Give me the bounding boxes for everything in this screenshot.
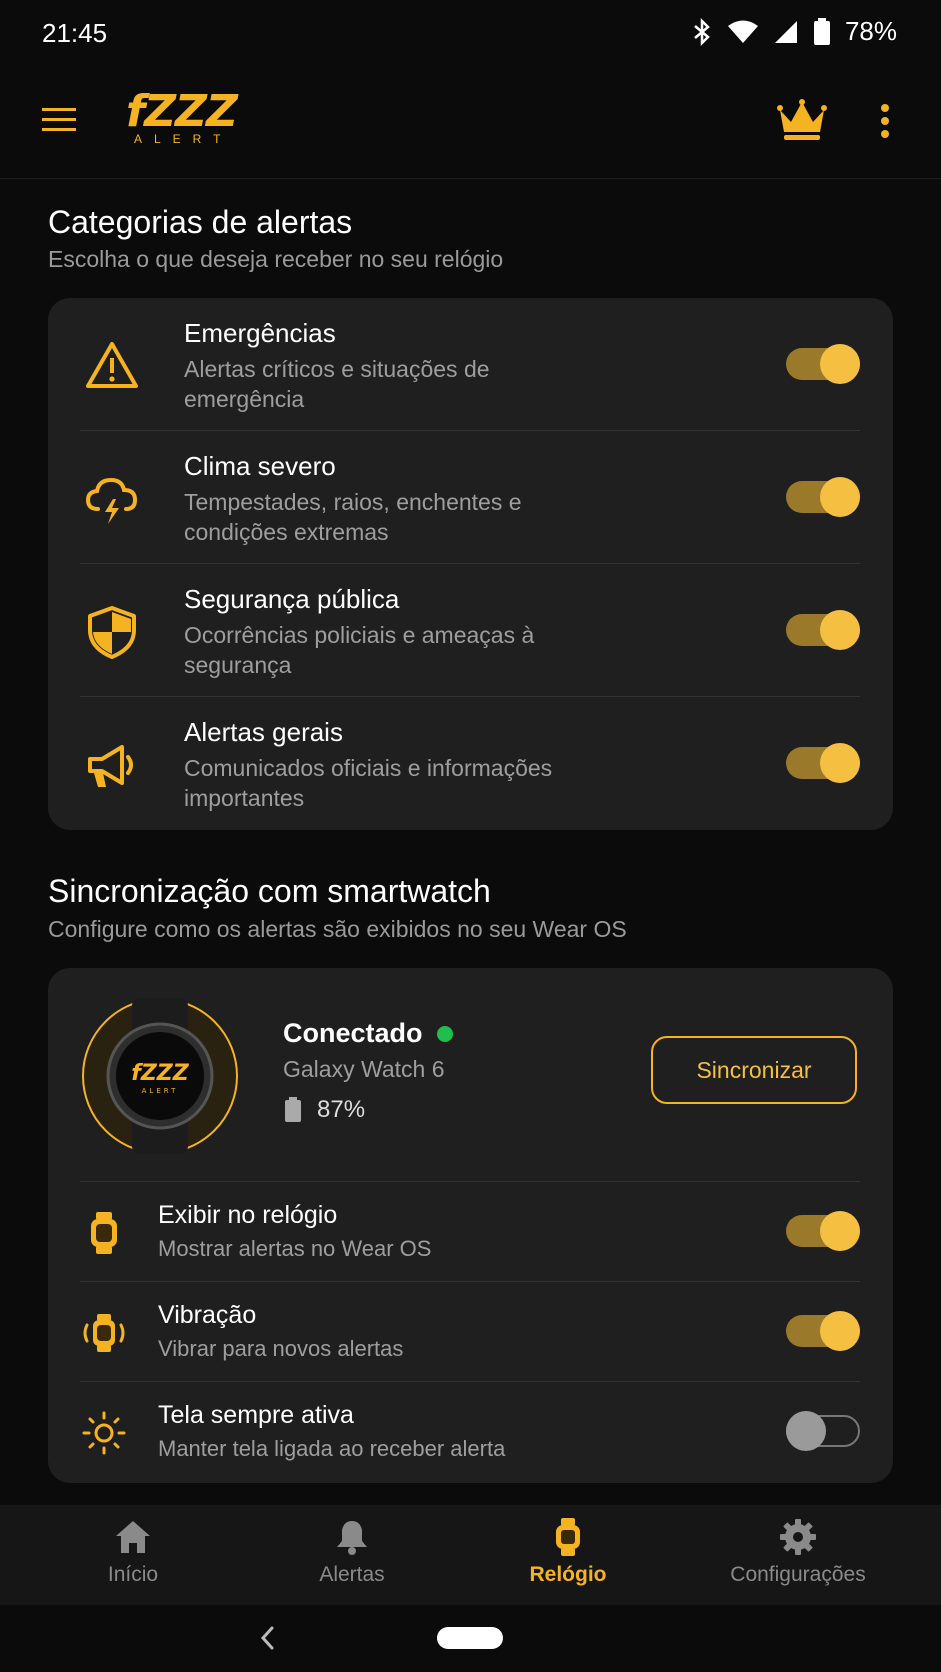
toggle-vibracao[interactable] (786, 1311, 860, 1351)
app-logo: fZZZ ALERT (126, 86, 238, 147)
gear-icon (780, 1519, 816, 1555)
nav-item-relogio[interactable]: Relógio (468, 1517, 668, 1587)
category-title: Segurança pública (184, 584, 400, 614)
home-pill[interactable] (437, 1627, 503, 1649)
category-title: Emergências (184, 318, 336, 348)
smartwatch-image: fZZZ ALERT (82, 998, 238, 1154)
nav-item-configuracoes[interactable]: Configurações (698, 1517, 898, 1587)
battery-icon (285, 1097, 301, 1122)
status-battery: 78% (844, 16, 897, 46)
nav-label: Alertas (319, 1563, 385, 1586)
watch-battery: 87% (283, 1096, 365, 1124)
system-navigation (0, 1605, 941, 1672)
watch-battery-text: 87% (317, 1096, 366, 1123)
categories-card: Emergências Alertas críticos e situações… (48, 298, 893, 830)
category-title: Alertas gerais (184, 717, 343, 747)
toggle-exibir-no-relogio[interactable] (786, 1211, 860, 1251)
nav-label: Início (107, 1563, 159, 1586)
setting-title: Tela sempre ativa (158, 1401, 354, 1429)
categories-title: Categorias de alertas (48, 204, 353, 240)
watch-icon (91, 1212, 117, 1254)
wifi-icon (727, 20, 758, 43)
app-bar: fZZZ ALERT (0, 70, 941, 179)
sync-subtitle: Configure como os alertas são exibidos n… (48, 916, 627, 942)
shield-icon (88, 606, 136, 659)
category-row-emergencias: Emergências Alertas críticos e situações… (80, 298, 860, 431)
category-description: Ocorrências policiais e ameaças à segura… (184, 622, 535, 678)
battery-icon (813, 17, 830, 45)
watch-icon (556, 1518, 580, 1556)
sync-card: fZZZ ALERT Conectado Galaxy Watch 6 87% … (48, 968, 893, 1483)
status-time: 21:45 (42, 18, 108, 48)
sync-title: Sincronização com smartwatch (48, 873, 491, 909)
status-bar: 21:45 78% (0, 0, 941, 70)
megaphone-icon (88, 745, 133, 787)
connection-status: Conectado (283, 1018, 453, 1049)
setting-title: Vibração (158, 1301, 257, 1329)
connection-status-text: Conectado (283, 1018, 423, 1048)
category-row-seguranca-publica: Segurança pública Ocorrências policiais … (80, 564, 860, 697)
toggle-alertas-gerais[interactable] (786, 743, 860, 783)
toggle-clima-severo[interactable] (786, 477, 860, 517)
watch-logo-subtitle: ALERT (142, 1087, 179, 1095)
watch-logo-text: fZZZ (131, 1061, 189, 1086)
toggle-seguranca-publica[interactable] (786, 610, 860, 650)
warning-icon (86, 342, 138, 388)
signal-icon (774, 20, 797, 43)
setting-description: Mostrar alertas no Wear OS (158, 1236, 432, 1261)
brightness-icon (82, 1411, 126, 1455)
category-description: Alertas críticos e situações de emergênc… (184, 356, 490, 412)
setting-title: Exibir no relógio (158, 1201, 338, 1229)
toggle-emergencias[interactable] (786, 344, 860, 384)
vibrate-icon (83, 1314, 125, 1352)
more-options-icon[interactable] (880, 104, 890, 138)
nav-item-inicio[interactable]: Início (33, 1517, 233, 1587)
nav-label: Relógio (529, 1563, 607, 1586)
storm-icon (85, 477, 138, 524)
menu-icon[interactable] (42, 106, 78, 134)
setting-description: Manter tela ligada ao receber alerta (158, 1436, 506, 1461)
back-icon[interactable] (258, 1625, 278, 1651)
connected-dot-icon (436, 1025, 453, 1042)
category-row-alertas-gerais: Alertas gerais Comunicados oficiais e in… (80, 697, 860, 830)
logo-subtitle: ALERT (134, 132, 233, 146)
category-description: Comunicados oficiais e informações impor… (184, 755, 553, 811)
watch-model: Galaxy Watch 6 (283, 1056, 445, 1082)
category-title: Clima severo (184, 451, 336, 481)
bottom-navigation: Início Alertas Relógio Configurações (0, 1505, 941, 1605)
nav-item-alertas[interactable]: Alertas (252, 1517, 452, 1587)
setting-description: Vibrar para novos alertas (158, 1336, 404, 1361)
bluetooth-icon (694, 17, 710, 46)
categories-subtitle: Escolha o que deseja receber no seu reló… (48, 246, 504, 272)
sync-button[interactable]: Sincronizar (651, 1036, 857, 1104)
logo-text: fZZZ (126, 86, 238, 137)
category-description: Tempestades, raios, enchentes e condiçõe… (184, 489, 522, 545)
home-icon (116, 1521, 150, 1553)
nav-label: Configurações (730, 1563, 866, 1586)
setting-row-tela-sempre-ativa: Tela sempre ativa Manter tela ligada ao … (80, 1381, 860, 1481)
setting-row-vibracao: Vibração Vibrar para novos alertas (80, 1281, 860, 1381)
bell-icon (337, 1521, 367, 1555)
setting-row-exibir-no-relogio: Exibir no relógio Mostrar alertas no Wea… (80, 1181, 860, 1281)
category-row-clima-severo: Clima severo Tempestades, raios, enchent… (80, 431, 860, 564)
crown-icon[interactable] (776, 98, 828, 142)
toggle-tela-sempre-ativa[interactable] (786, 1411, 860, 1451)
